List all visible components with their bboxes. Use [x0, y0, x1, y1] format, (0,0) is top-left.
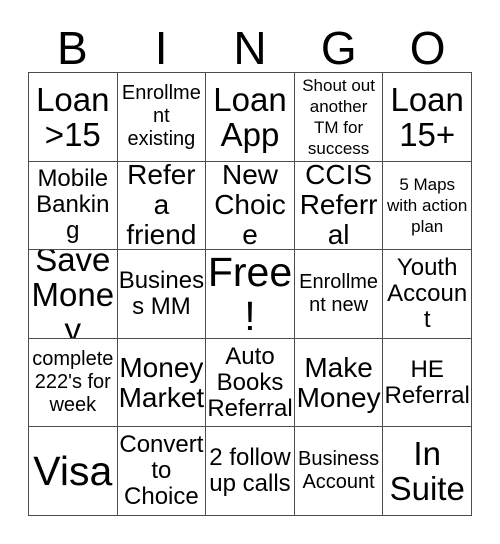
- bingo-cell[interactable]: Loan >15: [29, 73, 118, 162]
- bingo-grid: Loan >15 Enrollment existing Loan App Shout…: [28, 72, 472, 516]
- bingo-header-letter-g: G: [320, 22, 357, 74]
- bingo-cell-label: Save Money: [31, 250, 115, 339]
- bingo-cell[interactable]: Money Market: [117, 338, 207, 428]
- bingo-header-letter-b: B: [57, 22, 88, 74]
- bingo-cell[interactable]: In Suite: [383, 427, 472, 516]
- bingo-cell-label: Convert to Choice: [119, 431, 204, 511]
- bingo-cell[interactable]: CCIS Referral: [294, 161, 384, 251]
- bingo-cell-label: Loan 15+: [390, 80, 464, 153]
- bingo-cell-label: Shout out another TM for success: [302, 75, 375, 158]
- bingo-cell-label: Business Account: [298, 448, 380, 494]
- bingo-cell-label: Visa: [33, 448, 113, 495]
- bingo-cell-label: Make Money: [296, 351, 381, 413]
- bingo-cell-label: 5 Maps with action plan: [387, 174, 468, 236]
- bingo-cell-label: Enrollment existing: [121, 82, 201, 151]
- bingo-cell[interactable]: Visa: [29, 427, 118, 516]
- bingo-cell-label: Money Market: [118, 351, 205, 413]
- bingo-header-letter-i: I: [154, 22, 168, 74]
- bingo-cell[interactable]: Loan App: [206, 73, 295, 162]
- bingo-cell-label: Refer a friend: [126, 161, 197, 251]
- bingo-cell-label: In Suite: [389, 435, 465, 508]
- bingo-header-row: B I N G O: [28, 18, 472, 72]
- bingo-cell[interactable]: Business MM: [117, 250, 207, 339]
- bingo-cell[interactable]: Free!: [206, 250, 295, 339]
- bingo-cell[interactable]: Make Money: [294, 338, 384, 428]
- bingo-cell[interactable]: Save Money: [29, 250, 118, 339]
- bingo-card: B I N G O Loan >15 Enrollment existing Loa…: [0, 0, 500, 544]
- bingo-cell[interactable]: Mobile Banking: [29, 161, 118, 251]
- bingo-cell[interactable]: Loan 15+: [383, 73, 472, 162]
- bingo-cell-label: CCIS Referral: [299, 161, 378, 251]
- bingo-cell-label: Business MM: [118, 266, 205, 320]
- bingo-cell[interactable]: Business Account: [294, 427, 384, 516]
- bingo-cell-label: complete 222's for week: [32, 348, 114, 417]
- bingo-cell[interactable]: 2 follow up calls: [206, 427, 295, 516]
- bingo-cell-label: Auto Books Referral: [207, 342, 293, 422]
- bingo-cell[interactable]: Youth Account: [383, 250, 472, 339]
- bingo-cell[interactable]: complete 222's for week: [29, 338, 118, 428]
- bingo-cell[interactable]: Shout out another TM for success: [294, 73, 384, 162]
- bingo-header-letter-o: O: [409, 22, 446, 74]
- bingo-cell-label: 2 follow up calls: [209, 444, 291, 498]
- bingo-cell[interactable]: Auto Books Referral: [206, 338, 295, 428]
- bingo-cell-label: Loan >15: [36, 80, 110, 153]
- bingo-cell-label: Free!: [207, 250, 293, 339]
- bingo-cell-label: HE Referral: [384, 355, 470, 409]
- bingo-cell[interactable]: 5 Maps with action plan: [383, 161, 472, 251]
- bingo-header-letter-n: N: [233, 22, 267, 74]
- bingo-cell-label: Mobile Banking: [36, 165, 110, 245]
- bingo-cell-label: Enrollment new: [299, 270, 379, 316]
- bingo-cell[interactable]: Enrollment new: [294, 250, 384, 339]
- bingo-cell-label: Youth Account: [387, 253, 468, 333]
- bingo-cell[interactable]: Convert to Choice: [117, 427, 207, 516]
- bingo-cell-label: New Choice: [214, 161, 286, 251]
- bingo-cell-label: Loan App: [213, 80, 287, 153]
- bingo-cell[interactable]: HE Referral: [383, 338, 472, 428]
- bingo-cell[interactable]: Refer a friend: [117, 161, 207, 251]
- bingo-cell[interactable]: New Choice: [206, 161, 295, 251]
- bingo-cell[interactable]: Enrollment existing: [117, 73, 207, 162]
